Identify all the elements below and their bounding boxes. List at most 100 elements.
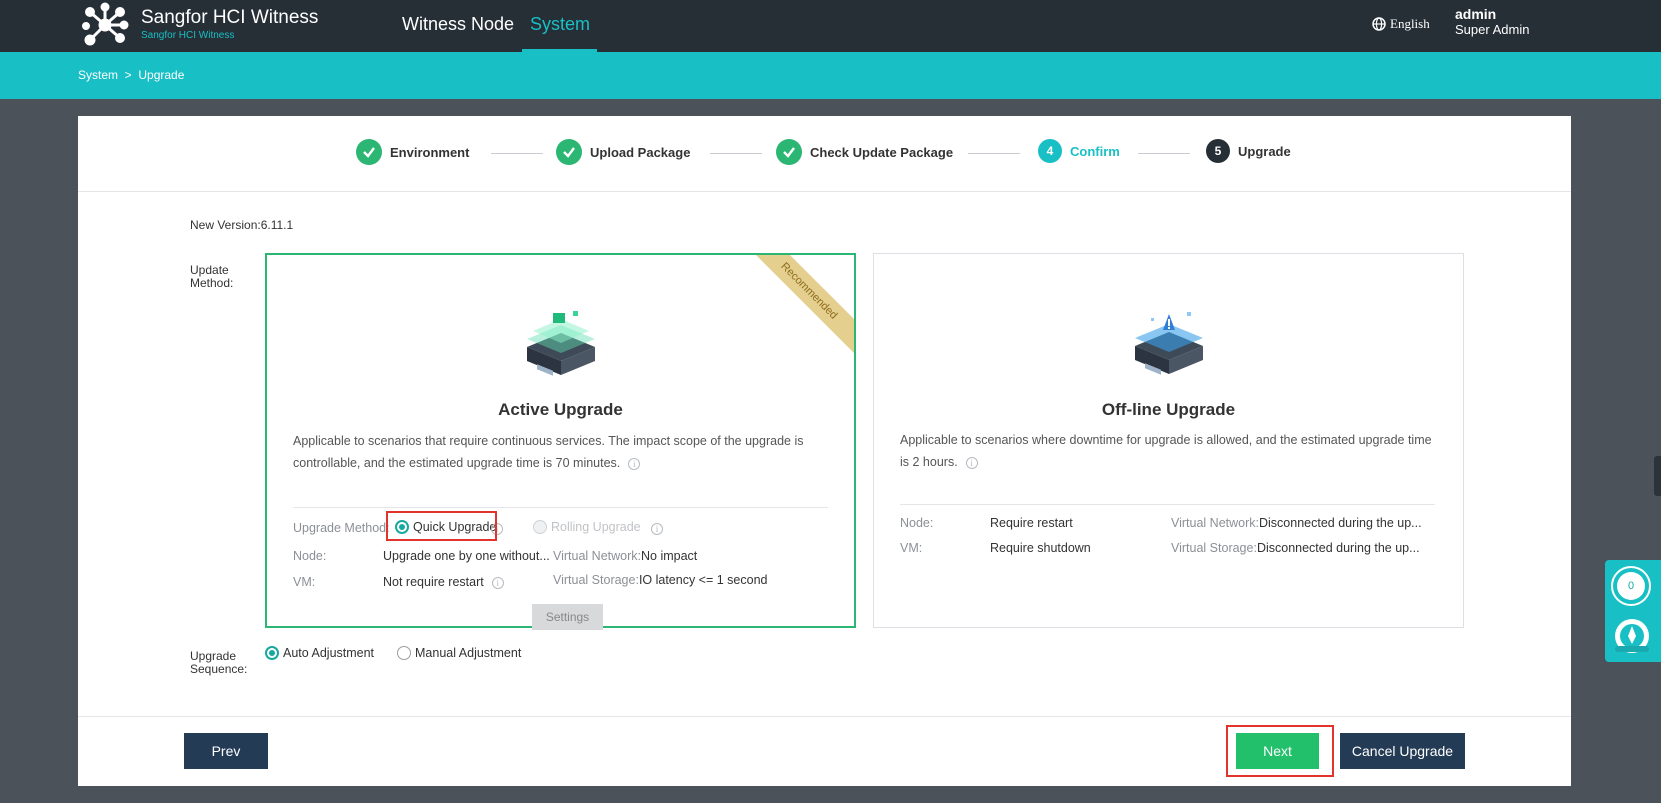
step-number: 5 bbox=[1206, 139, 1230, 163]
virtual-storage-value: IO latency <= 1 second bbox=[638, 573, 768, 587]
step-connector bbox=[968, 153, 1020, 154]
card-separator bbox=[293, 507, 828, 508]
radio-rolling-upgrade[interactable]: Rolling Upgrade bbox=[533, 520, 641, 534]
node-value-text: Require restart bbox=[990, 516, 1073, 530]
node-value: Upgrade one by one without... bbox=[383, 549, 550, 563]
radio-selected-icon bbox=[265, 646, 279, 660]
footer-separator bbox=[78, 716, 1571, 717]
node-value: Require restart bbox=[990, 516, 1073, 530]
virtual-network-key: Virtual Network: bbox=[1171, 516, 1259, 530]
node-key: Node: bbox=[900, 516, 934, 530]
new-version: New Version:6.11.1 bbox=[190, 218, 294, 232]
card-description-text: Applicable to scenarios that require con… bbox=[293, 434, 804, 470]
cancel-upgrade-button[interactable]: Cancel Upgrade bbox=[1340, 733, 1465, 769]
virtual-storage-key: Virtual Storage: bbox=[553, 573, 639, 587]
language-switcher[interactable]: English bbox=[1372, 16, 1430, 32]
node-key: Node: bbox=[293, 549, 327, 563]
active-upgrade-server-icon bbox=[526, 311, 595, 376]
upgrade-panel: Environment Upload Package Check Update … bbox=[78, 116, 1571, 786]
card-title: Active Upgrade bbox=[498, 400, 623, 419]
step-connector bbox=[491, 153, 543, 154]
radio-disabled-icon bbox=[533, 520, 547, 534]
offline-upgrade-server-icon bbox=[1134, 312, 1203, 375]
virtual-storage-row: Virtual Storage:Disconnected during the … bbox=[1171, 541, 1420, 555]
top-header: Sangfor HCI Witness Sangfor HCI Witness … bbox=[0, 0, 1661, 52]
step-check-update-package: Check Update Package bbox=[776, 139, 953, 165]
step-label: Confirm bbox=[1070, 143, 1120, 159]
upgrade-sequence-label-line: Sequence: bbox=[190, 662, 248, 676]
step-environment: Environment bbox=[356, 139, 469, 165]
active-upgrade-card[interactable]: Recommended Active Upgrade Applicable to… bbox=[265, 253, 856, 628]
step-label: Environment bbox=[390, 144, 470, 160]
offline-upgrade-card[interactable]: Off-line Upgrade Applicable to scenarios… bbox=[873, 253, 1464, 628]
virtual-storage-row: Virtual Storage:IO latency <= 1 second bbox=[553, 573, 768, 587]
upgrade-method-label: Upgrade Method: bbox=[293, 521, 390, 535]
info-icon[interactable]: i bbox=[628, 457, 641, 470]
step-confirm: 4 Confirm bbox=[1038, 139, 1120, 163]
brand-title: Sangfor HCI Witness bbox=[141, 7, 319, 28]
sangfor-logo-icon bbox=[82, 2, 129, 46]
upgrade-sequence-label: Upgrade Sequence: bbox=[190, 650, 247, 676]
quick-upgrade-highlight bbox=[386, 511, 497, 541]
step-upload-package: Upload Package bbox=[556, 139, 690, 165]
update-method-label: Update Method: bbox=[190, 264, 233, 290]
card-description-text: Applicable to scenarios where downtime f… bbox=[900, 433, 1432, 469]
radio-auto-adjustment[interactable]: Auto Adjustment bbox=[265, 646, 374, 660]
vm-row: VM: bbox=[293, 575, 315, 589]
step-label: Check Update Package bbox=[810, 144, 954, 160]
vm-key: VM: bbox=[293, 575, 316, 589]
card-description: Applicable to scenarios where downtime f… bbox=[900, 429, 1435, 473]
assistant-widget[interactable]: 0 bbox=[1605, 560, 1661, 662]
vm-value-text: Require shutdown bbox=[990, 541, 1091, 555]
node-row: Node: bbox=[293, 549, 326, 563]
check-icon bbox=[356, 139, 382, 165]
steps-divider bbox=[78, 191, 1571, 192]
virtual-storage-value: Disconnected during the up... bbox=[1256, 541, 1420, 555]
option-label: Manual Adjustment bbox=[415, 646, 522, 660]
step-connector bbox=[710, 153, 762, 154]
globe-icon bbox=[1372, 17, 1386, 31]
check-icon bbox=[776, 139, 802, 165]
user-role: Super Admin bbox=[1455, 22, 1530, 37]
assistant-robot-icon[interactable] bbox=[1611, 616, 1653, 656]
vm-value: Not require restart i bbox=[383, 575, 504, 589]
virtual-network-key: Virtual Network: bbox=[553, 549, 641, 563]
info-icon[interactable]: i bbox=[491, 576, 504, 589]
vm-value-text: Not require restart bbox=[383, 575, 484, 589]
vm-key: VM: bbox=[900, 541, 923, 555]
virtual-network-value: No impact bbox=[641, 549, 698, 563]
node-row: Node: bbox=[900, 516, 933, 530]
card-description: Applicable to scenarios that require con… bbox=[293, 430, 828, 474]
vm-row: VM: bbox=[900, 541, 922, 555]
virtual-storage-key: Virtual Storage: bbox=[1171, 541, 1257, 555]
card-title: Off-line Upgrade bbox=[1101, 400, 1236, 419]
task-count: 0 bbox=[1617, 572, 1645, 600]
task-counter-icon[interactable]: 0 bbox=[1611, 566, 1651, 606]
nav-witness-node[interactable]: Witness Node bbox=[402, 14, 514, 35]
prev-button[interactable]: Prev bbox=[184, 733, 268, 769]
step-label: Upload Package bbox=[590, 144, 691, 160]
virtual-network-row: Virtual Network:No impact bbox=[553, 549, 697, 563]
breadcrumb: System > Upgrade bbox=[78, 68, 185, 82]
radio-unselected-icon bbox=[397, 646, 411, 660]
option-label: Rolling Upgrade bbox=[551, 520, 641, 534]
language-label: English bbox=[1390, 16, 1430, 31]
update-method-label-line: Method: bbox=[190, 276, 234, 290]
upgrade-method-key: Upgrade Method: bbox=[293, 521, 390, 535]
step-number: 4 bbox=[1038, 139, 1062, 163]
info-icon[interactable]: i bbox=[651, 523, 663, 535]
user-name[interactable]: admin bbox=[1455, 6, 1496, 22]
brand-subtitle: Sangfor HCI Witness bbox=[141, 30, 235, 41]
next-button[interactable]: Next bbox=[1236, 733, 1319, 769]
card-separator bbox=[900, 504, 1435, 505]
info-icon[interactable]: i bbox=[965, 456, 978, 469]
recommended-ribbon: Recommended bbox=[740, 255, 854, 360]
settings-button[interactable]: Settings bbox=[532, 604, 603, 630]
radio-manual-adjustment[interactable]: Manual Adjustment bbox=[397, 646, 521, 660]
step-connector bbox=[1138, 153, 1190, 154]
side-drawer-handle[interactable] bbox=[1654, 456, 1661, 496]
step-upgrade: 5 Upgrade bbox=[1206, 139, 1291, 163]
check-icon bbox=[556, 139, 582, 165]
nav-system[interactable]: System bbox=[530, 14, 590, 35]
breadcrumb-bar: System > Upgrade bbox=[0, 52, 1661, 99]
